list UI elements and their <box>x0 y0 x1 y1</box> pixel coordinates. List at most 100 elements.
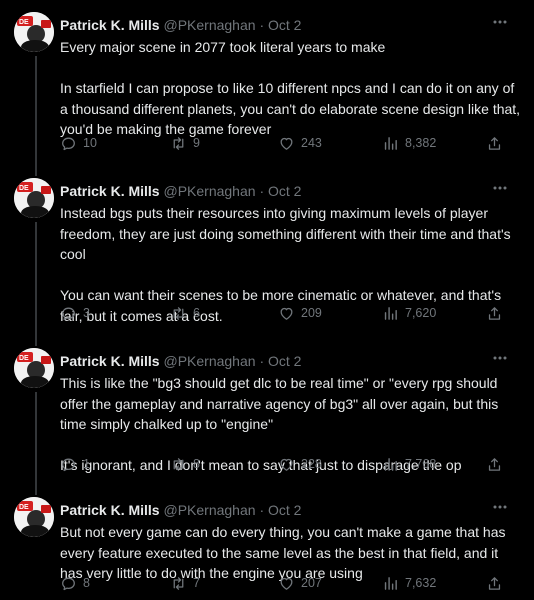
avatar[interactable]: DE <box>14 497 54 537</box>
reply-icon <box>62 577 75 590</box>
views-icon <box>384 306 397 320</box>
like-button[interactable]: 207 <box>278 573 322 593</box>
tweet-paragraph: Every major scene in 2077 took literal y… <box>60 39 386 55</box>
tweet[interactable]: DE Patrick K. Mills @PKernaghan · Oct 2 … <box>0 0 534 166</box>
tweet-header: Patrick K. Mills @PKernaghan · Oct 2 <box>60 181 522 201</box>
views-button[interactable]: 7,632 <box>382 573 436 593</box>
reply-icon <box>62 307 75 320</box>
timestamp[interactable]: Oct 2 <box>268 17 301 33</box>
views-button[interactable]: 7,620 <box>382 303 436 323</box>
view-count: 7,768 <box>405 457 437 471</box>
like-icon <box>280 458 293 471</box>
more-icon[interactable] <box>490 497 510 517</box>
share-button[interactable] <box>486 303 503 323</box>
like-icon <box>280 137 293 150</box>
avatar[interactable]: DE <box>14 348 54 388</box>
action-bar: 10 9 243 8,382 <box>60 133 510 153</box>
repost-icon <box>173 306 184 320</box>
reply-button[interactable]: 8 <box>60 573 90 593</box>
thread-connector <box>35 166 37 176</box>
views-button[interactable]: 8,382 <box>382 133 436 153</box>
share-icon <box>488 136 501 150</box>
views-icon <box>384 457 397 471</box>
repost-button[interactable]: 7 <box>170 573 200 593</box>
tweet[interactable]: DE Patrick K. Mills @PKernaghan · Oct 2 … <box>0 485 534 600</box>
like-button[interactable]: 209 <box>278 303 322 323</box>
svg-text:DE: DE <box>19 504 29 511</box>
repost-button[interactable]: 6 <box>170 303 200 323</box>
repost-button[interactable]: 8 <box>170 454 200 474</box>
author-handle[interactable]: @PKernaghan <box>163 17 255 33</box>
reply-count: 8 <box>83 576 90 590</box>
author-handle[interactable]: @PKernaghan <box>163 353 255 369</box>
author-handle[interactable]: @PKernaghan <box>163 183 255 199</box>
repost-icon <box>173 136 184 150</box>
more-icon[interactable] <box>490 12 510 32</box>
repost-count: 8 <box>193 457 200 471</box>
thread-connector <box>35 392 37 485</box>
author-name[interactable]: Patrick K. Mills <box>60 353 160 369</box>
avatar-image: DE <box>14 12 54 52</box>
like-count: 207 <box>301 576 322 590</box>
reply-count: 10 <box>83 136 97 150</box>
like-button[interactable]: 228 <box>278 454 322 474</box>
view-count: 7,620 <box>405 306 437 320</box>
svg-text:DE: DE <box>19 185 29 192</box>
reply-button[interactable]: 1 <box>60 454 90 474</box>
views-icon <box>384 576 397 590</box>
view-count: 8,382 <box>405 136 437 150</box>
reply-icon <box>62 137 75 150</box>
svg-text:DE: DE <box>19 19 29 26</box>
timestamp[interactable]: Oct 2 <box>268 353 301 369</box>
author-name[interactable]: Patrick K. Mills <box>60 502 160 518</box>
svg-text:DE: DE <box>19 355 29 362</box>
avatar-image: DE <box>14 178 54 218</box>
share-icon <box>488 306 501 320</box>
author-handle[interactable]: @PKernaghan <box>163 502 255 518</box>
author-name[interactable]: Patrick K. Mills <box>60 183 160 199</box>
reply-button[interactable]: 3 <box>60 303 90 323</box>
share-icon <box>488 576 501 590</box>
thread-connector <box>35 485 37 495</box>
like-button[interactable]: 243 <box>278 133 322 153</box>
separator-dot: · <box>259 17 265 33</box>
more-icon[interactable] <box>490 178 510 198</box>
share-button[interactable] <box>486 454 503 474</box>
thread-connector <box>35 222 37 336</box>
tweet[interactable]: DE Patrick K. Mills @PKernaghan · Oct 2 … <box>0 336 534 485</box>
like-icon <box>280 577 293 590</box>
tweet-paragraph: In starfield I can propose to like 10 di… <box>60 80 521 137</box>
avatar[interactable]: DE <box>14 178 54 218</box>
separator-dot: · <box>259 183 265 199</box>
thread-connector <box>35 56 37 166</box>
like-icon <box>280 307 293 320</box>
share-icon <box>488 457 501 471</box>
tweet-paragraph: Instead bgs puts their resources into gi… <box>60 205 511 262</box>
author-name[interactable]: Patrick K. Mills <box>60 17 160 33</box>
repost-button[interactable]: 9 <box>170 133 200 153</box>
tweet-header: Patrick K. Mills @PKernaghan · Oct 2 <box>60 15 522 35</box>
separator-dot: · <box>259 502 265 518</box>
tweet[interactable]: DE Patrick K. Mills @PKernaghan · Oct 2 … <box>0 166 534 336</box>
reply-button[interactable]: 10 <box>60 133 97 153</box>
timestamp[interactable]: Oct 2 <box>268 502 301 518</box>
share-button[interactable] <box>486 573 503 593</box>
share-button[interactable] <box>486 133 503 153</box>
tweet-header: Patrick K. Mills @PKernaghan · Oct 2 <box>60 500 522 520</box>
avatar-image: DE <box>14 348 54 388</box>
tweet-paragraph: This is like the "bg3 should get dlc to … <box>60 375 499 432</box>
reply-icon <box>62 458 75 471</box>
repost-icon <box>173 457 184 471</box>
thread-connector <box>35 336 37 346</box>
reply-count: 3 <box>83 306 90 320</box>
repost-icon <box>173 576 184 590</box>
like-count: 228 <box>301 457 322 471</box>
repost-count: 9 <box>193 136 200 150</box>
avatar-image: DE <box>14 497 54 537</box>
more-icon[interactable] <box>490 348 510 368</box>
views-icon <box>384 136 397 150</box>
timestamp[interactable]: Oct 2 <box>268 183 301 199</box>
action-bar: 1 8 228 7,768 <box>60 454 510 474</box>
views-button[interactable]: 7,768 <box>382 454 436 474</box>
avatar[interactable]: DE <box>14 12 54 52</box>
